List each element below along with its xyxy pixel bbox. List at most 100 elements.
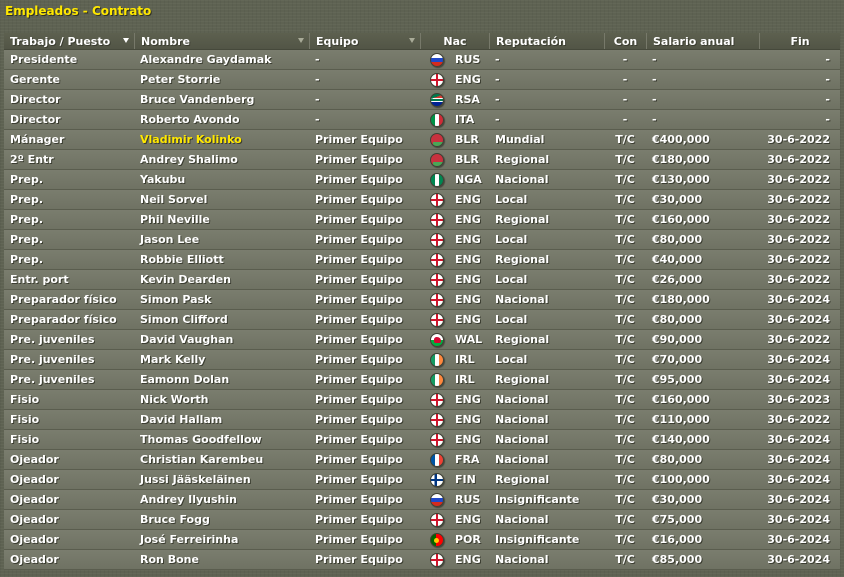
table-row[interactable]: Ojeador Jussi Jääskeläinen Primer Equipo FI… — [4, 470, 840, 490]
cell-reputation: Mundial — [495, 133, 545, 146]
cell-name[interactable]: Andrey Shalimo — [134, 150, 309, 169]
table-row[interactable]: 2º Entr Andrey Shalimo Primer Equipo BLR Reg… — [4, 150, 840, 170]
cell-name[interactable]: José Ferreirinha — [134, 530, 309, 549]
cell-reputation: Insignificante — [495, 533, 580, 546]
cell-nationality: ENG — [455, 273, 481, 286]
cell-end-date: 30-6-2024 — [767, 493, 830, 506]
cell-name[interactable]: Simon Clifford — [134, 310, 309, 329]
cell-salary: €95,000 — [652, 373, 703, 386]
cell-name[interactable]: David Hallam — [134, 410, 309, 429]
cell-name[interactable]: Mark Kelly — [134, 350, 309, 369]
cell-reputation: - — [495, 113, 500, 126]
cell-name[interactable]: Jason Lee — [134, 230, 309, 249]
cell-name[interactable]: Kevin Dearden — [134, 270, 309, 289]
page-title: Empleados - Contrato — [5, 4, 152, 18]
cell-job: Ojeador — [10, 493, 59, 506]
cell-reputation: Insignificante — [495, 493, 580, 506]
cell-name[interactable]: Jussi Jääskeläinen — [134, 470, 309, 489]
cell-name[interactable]: Bruce Fogg — [134, 510, 309, 529]
table-row[interactable]: Prep. Neil Sorvel Primer Equipo ENG Local T/C… — [4, 190, 840, 210]
table-row[interactable]: Ojeador Christian Karembeu Primer Equipo FR… — [4, 450, 840, 470]
table-row[interactable]: Director Bruce Vandenberg - RSA - - - - — [4, 90, 840, 110]
table-row[interactable]: Preparador físico Simon Clifford Primer Eq… — [4, 310, 840, 330]
cell-team: Primer Equipo — [315, 313, 403, 326]
cell-name[interactable]: Thomas Goodfellow — [134, 430, 309, 449]
table-row[interactable]: Fisio Thomas Goodfellow Primer Equipo ENG Na… — [4, 430, 840, 450]
cell-reputation: Regional — [495, 213, 550, 226]
cell-end-date: 30-6-2024 — [767, 513, 830, 526]
table-row[interactable]: Prep. Phil Neville Primer Equipo ENG Regiona… — [4, 210, 840, 230]
table-row[interactable]: Fisio David Hallam Primer Equipo ENG Naciona… — [4, 410, 840, 430]
cell-nationality: ITA — [455, 113, 475, 126]
table-row[interactable]: Pre. juveniles Mark Kelly Primer Equipo IRL… — [4, 350, 840, 370]
cell-team: Primer Equipo — [315, 533, 403, 546]
cell-salary: €140,000 — [652, 433, 710, 446]
cell-contract: T/C — [615, 553, 635, 566]
cell-name[interactable]: Phil Neville — [134, 210, 309, 229]
cell-team: Primer Equipo — [315, 453, 403, 466]
cell-contract: T/C — [615, 173, 635, 186]
cell-name[interactable]: Ron Bone — [134, 550, 309, 569]
column-header-name[interactable]: Nombre — [134, 33, 309, 49]
column-header-label: Trabajo / Puesto — [10, 35, 111, 48]
staff-table: Trabajo / Puesto Nombre Equipo Nac Reput… — [4, 33, 840, 570]
column-header-nat[interactable]: Nac — [420, 33, 489, 49]
cell-name[interactable]: Robbie Elliott — [134, 250, 309, 269]
cell-reputation: Nacional — [495, 453, 549, 466]
table-row[interactable]: Pre. juveniles Eamonn Dolan Primer Equipo I… — [4, 370, 840, 390]
table-row[interactable]: Ojeador Bruce Fogg Primer Equipo ENG Naciona… — [4, 510, 840, 530]
column-header-end[interactable]: Fin — [759, 33, 840, 49]
cell-name[interactable]: Neil Sorvel — [134, 190, 309, 209]
cell-name[interactable]: Peter Storrie — [134, 70, 309, 89]
cell-name[interactable]: Roberto Avondo — [134, 110, 309, 129]
table-row[interactable]: Prep. Robbie Elliott Primer Equipo ENG Regio… — [4, 250, 840, 270]
cell-name[interactable]: Eamonn Dolan — [134, 370, 309, 389]
sort-icon — [298, 38, 304, 43]
cell-contract: T/C — [615, 233, 635, 246]
table-row[interactable]: Mánager Vladimir Kolinko Primer Equipo BLR M… — [4, 130, 840, 150]
cell-name[interactable]: Bruce Vandenberg — [134, 90, 309, 109]
cell-end-date: 30-6-2024 — [767, 353, 830, 366]
column-header-reputation[interactable]: Reputación — [489, 33, 604, 49]
cell-contract: T/C — [615, 213, 635, 226]
cell-end-date: 30-6-2024 — [767, 473, 830, 486]
column-header-contract[interactable]: Con — [604, 33, 646, 49]
table-row[interactable]: Prep. Jason Lee Primer Equipo ENG Local T/C €8… — [4, 230, 840, 250]
cell-job: Gerente — [10, 73, 60, 86]
cell-team: Primer Equipo — [315, 473, 403, 486]
cell-name[interactable]: Yakubu — [134, 170, 309, 189]
table-row[interactable]: Pre. juveniles David Vaughan Primer Equipo… — [4, 330, 840, 350]
cell-job: 2º Entr — [10, 153, 54, 166]
cell-end-date: 30-6-2022 — [767, 233, 830, 246]
cell-name[interactable]: David Vaughan — [134, 330, 309, 349]
table-row[interactable]: Presidente Alexandre Gaydamak - RUS - - - - — [4, 50, 840, 70]
cell-nationality: ENG — [455, 313, 481, 326]
table-row[interactable]: Director Roberto Avondo - ITA - - - - — [4, 110, 840, 130]
cell-job: Pre. juveniles — [10, 373, 95, 386]
cell-name[interactable]: Andrey Ilyushin — [134, 490, 309, 509]
cell-name[interactable]: Vladimir Kolinko — [134, 130, 309, 149]
cell-team: Primer Equipo — [315, 213, 403, 226]
cell-name[interactable]: Nick Worth — [134, 390, 309, 409]
column-header-team[interactable]: Equipo — [309, 33, 420, 49]
column-header-salary[interactable]: Salario anual — [646, 33, 759, 49]
table-row[interactable]: Ojeador Andrey Ilyushin Primer Equipo RUS In… — [4, 490, 840, 510]
cell-contract: T/C — [615, 493, 635, 506]
cell-end-date: 30-6-2024 — [767, 293, 830, 306]
cell-name[interactable]: Christian Karembeu — [134, 450, 309, 469]
table-row[interactable]: Ojeador Ron Bone Primer Equipo ENG Nacional T… — [4, 550, 840, 570]
cell-name[interactable]: Alexandre Gaydamak — [134, 50, 309, 69]
table-row[interactable]: Gerente Peter Storrie - ENG - - - - — [4, 70, 840, 90]
table-row[interactable]: Prep. Yakubu Primer Equipo NGA Nacional T/C €1… — [4, 170, 840, 190]
column-header-job[interactable]: Trabajo / Puesto — [4, 33, 134, 49]
table-row[interactable]: Ojeador José Ferreirinha Primer Equipo POR I… — [4, 530, 840, 550]
cell-team: - — [315, 73, 320, 86]
table-row[interactable]: Fisio Nick Worth Primer Equipo ENG Nacional T… — [4, 390, 840, 410]
cell-reputation: Nacional — [495, 513, 549, 526]
cell-reputation: Regional — [495, 473, 550, 486]
cell-salary: €70,000 — [652, 353, 703, 366]
table-row[interactable]: Preparador físico Simon Pask Primer Equipo… — [4, 290, 840, 310]
cell-name[interactable]: Simon Pask — [134, 290, 309, 309]
table-row[interactable]: Entr. port Kevin Dearden Primer Equipo ENG L… — [4, 270, 840, 290]
cell-contract: T/C — [615, 153, 635, 166]
